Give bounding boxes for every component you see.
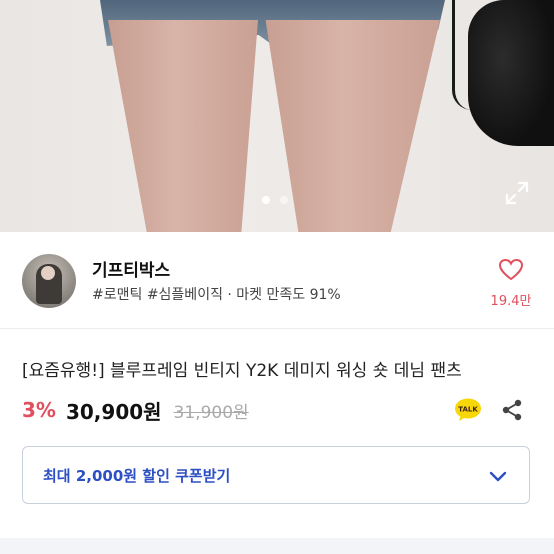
expand-icon[interactable] (504, 180, 530, 206)
section-separator-band (0, 538, 554, 554)
talk-icon-text: TALK (458, 406, 478, 414)
share-button[interactable] (500, 398, 524, 422)
product-image[interactable] (0, 0, 554, 232)
product-photo-leg-left (108, 20, 258, 232)
carousel-dot[interactable] (280, 196, 288, 204)
like-button[interactable]: 19.4만 (486, 258, 536, 309)
sale-price: 30,900원 (65, 399, 162, 424)
product-photo-bag (468, 0, 554, 146)
product-photo-leg-right (265, 20, 440, 232)
coupon-label: 최대 2,000원 할인 쿠폰받기 (43, 467, 231, 485)
seller-name[interactable]: 기프티박스 (92, 256, 170, 281)
product-title: [요즘유행!] 블루프레임 빈티지 Y2K 데미지 워싱 숏 데님 팬츠 (22, 361, 462, 381)
kakaotalk-button[interactable]: TALK (454, 398, 482, 422)
share-icon (502, 399, 522, 421)
seller-tags: #로맨틱 #심플베이직 · 마켓 만족도 91% (92, 287, 341, 303)
original-price: 31,900원 (173, 402, 249, 423)
carousel-dot-active[interactable] (262, 196, 270, 204)
chevron-down-icon (487, 465, 509, 487)
price-row: 3% 30,900원 31,900원 (22, 396, 249, 424)
like-count: 19.4만 (490, 294, 532, 309)
carousel-indicator (262, 196, 288, 204)
coupon-button[interactable]: 최대 2,000원 할인 쿠폰받기 (22, 446, 530, 504)
seller-avatar[interactable] (22, 254, 76, 308)
avatar-face (41, 266, 55, 280)
discount-rate: 3% (22, 398, 56, 422)
heart-icon (498, 258, 524, 281)
kakaotalk-icon: TALK (455, 398, 481, 421)
section-divider (0, 328, 554, 329)
seller-info[interactable]: 기프티박스 #로맨틱 #심플베이직 · 마켓 만족도 91% 19.4만 (0, 232, 554, 328)
